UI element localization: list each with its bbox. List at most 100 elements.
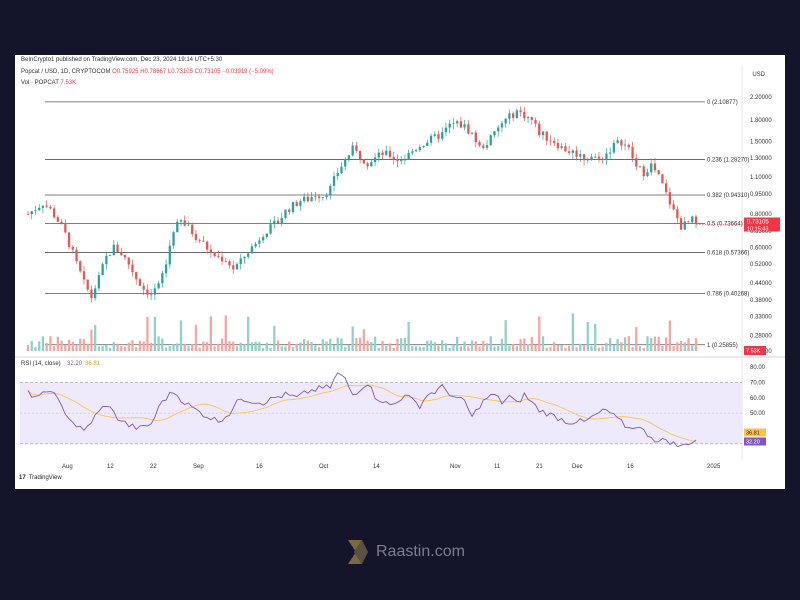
candle-body [676,209,679,219]
volume-bar [556,345,560,351]
candle-body [567,151,571,153]
x-tick-label: Sep [193,464,204,470]
volume-bar [176,343,179,351]
volume-bar [679,341,683,351]
candle-body [396,158,399,162]
volume-bar [407,321,410,351]
candle-body [235,264,239,270]
volume-bar [306,340,310,351]
volume-bar [668,320,672,351]
volume-bar [601,346,604,351]
candle-body [56,217,60,222]
volume-bar [657,336,660,351]
volume-bar [631,347,634,351]
volume-bar [661,345,664,351]
high-value: H0.78667 [140,69,167,75]
candle-body [664,183,668,193]
fib-level-label: 0.382 (0.94310) [707,193,749,199]
candle-body [250,246,254,254]
volume-bar [344,346,347,351]
tradingview-logo[interactable]: 17 TradingView [19,475,62,481]
candle-body [620,140,623,146]
x-tick-label: 16 [256,464,263,470]
candle-body [64,223,67,233]
volume-bar [243,343,246,351]
volume-bar [187,346,190,351]
volume-bar [38,341,41,351]
volume-bar [377,347,380,351]
candle-body [691,216,694,223]
candle-body [456,121,459,124]
candle-body [564,146,567,152]
candle-body [444,127,448,133]
price-tick-label: 0.95000 [750,192,772,198]
candle-body [609,152,612,154]
candle-body [470,132,474,134]
candle-body [261,236,265,241]
candle-body [519,110,522,112]
candle-body [392,156,395,159]
rsi-ma-tag-value: 36.81 [746,430,760,436]
candle-body [75,249,78,262]
candle-body [280,217,283,224]
volume-bar [567,345,571,351]
candle-body [146,289,149,295]
volume-bar [157,336,160,351]
candle-body [79,261,82,272]
volume-bar [400,338,403,351]
volume-bar [67,339,71,351]
volume-bar [463,341,466,351]
candle-body [198,239,201,241]
volume-bar [273,325,276,351]
change-value: −0.03919 (−5.09%) [222,69,274,75]
candle-body [467,124,470,134]
candle-body [642,166,645,177]
volume-bar [664,337,668,351]
price-chart[interactable]: 2.20000 1.80000 1.50000 1.30000 1.10000 0.950… [15,55,785,489]
candle-body [683,221,686,230]
price-tick-label: 2.20000 [750,95,772,101]
volume-bar [108,347,112,351]
x-tick-label: Nov [450,464,461,470]
volume-bar [609,338,612,351]
candle-body [474,132,477,143]
candle-body [314,196,317,198]
candle-body [489,135,492,146]
candle-body [661,174,664,184]
candle-body [370,162,373,167]
candle-body [228,261,231,266]
candle-body [433,134,436,136]
volume-bar [422,346,425,351]
candle-body [605,153,608,160]
candle-body [306,196,310,202]
low-value: L0.73105 [167,69,193,75]
candle-body [601,158,604,160]
candle-body [526,117,530,119]
volume-bar [191,344,194,351]
fib-level-label: 0.618 (0.57366) [707,251,749,257]
volume-bar [448,347,451,351]
volume-bar [250,342,254,351]
volume-bar [123,346,127,351]
candle-body [497,127,500,132]
x-tick-label: 21 [536,464,543,470]
candle-body [362,159,366,164]
candle-body [586,159,589,161]
candle-body [448,123,451,128]
candle-body [176,221,179,233]
volume-bar [493,346,496,351]
volume-bar [239,342,242,351]
candle-body [538,123,541,136]
volume-bar [683,342,686,351]
volume-bar [310,342,313,351]
candle-body [426,142,429,146]
currency-label: USD [752,72,765,78]
candle-body [153,288,157,295]
candle-body [482,145,485,148]
candle-body [672,204,675,210]
volume-bar [676,342,679,351]
watermark-text: Raastin.com [376,543,465,560]
volume-bar [336,337,339,351]
open-value: O0.75925 [112,69,139,75]
candle-body [373,157,377,163]
